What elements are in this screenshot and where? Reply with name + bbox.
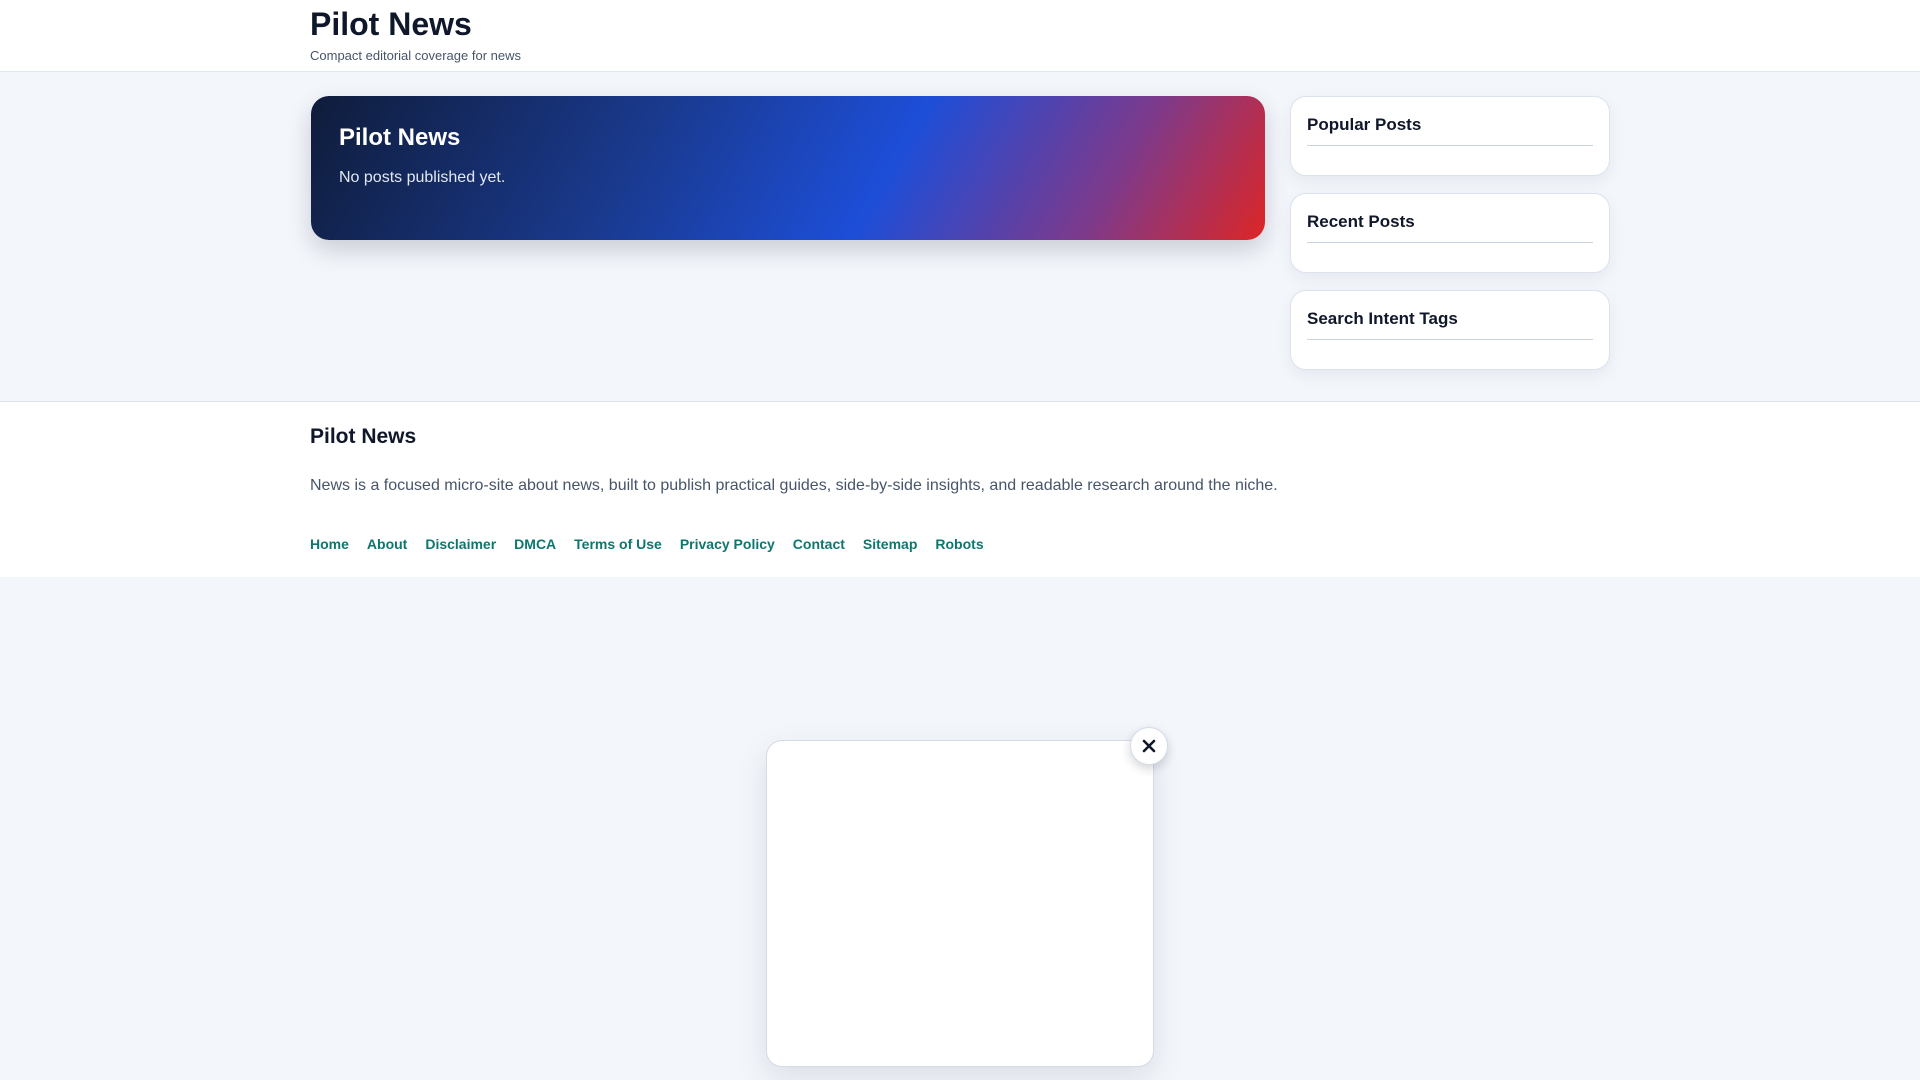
- footer-link-robots[interactable]: Robots: [935, 536, 983, 552]
- footer-link-contact[interactable]: Contact: [793, 536, 845, 552]
- site-title-link[interactable]: Pilot News: [310, 6, 521, 42]
- footer-title: Pilot News: [310, 425, 417, 448]
- widget-title: Popular Posts: [1307, 115, 1593, 146]
- widget-popular-posts: Popular Posts: [1290, 96, 1610, 176]
- popup-close-button[interactable]: [1130, 727, 1168, 765]
- footer-link-dmca[interactable]: DMCA: [514, 536, 556, 552]
- footer-inner: Pilot News News is a focused micro-site …: [310, 424, 1610, 552]
- footer-link-terms[interactable]: Terms of Use: [574, 536, 662, 552]
- site-footer: Pilot News News is a focused micro-site …: [0, 401, 1920, 577]
- hero-title: Pilot News: [339, 124, 461, 151]
- widget-title: Search Intent Tags: [1307, 309, 1593, 340]
- close-icon: [1142, 739, 1156, 753]
- popup-ad-panel: [766, 740, 1154, 1067]
- footer-link-privacy[interactable]: Privacy Policy: [680, 536, 775, 552]
- widget-recent-posts: Recent Posts: [1290, 193, 1610, 273]
- widget-title: Recent Posts: [1307, 212, 1593, 243]
- hero-empty-message: No posts published yet.: [339, 169, 506, 186]
- site-tagline: Compact editorial coverage for news: [310, 48, 521, 63]
- footer-description: News is a focused micro-site about news,…: [310, 477, 1278, 494]
- footer-link-home[interactable]: Home: [310, 536, 349, 552]
- footer-nav: Home About Disclaimer DMCA Terms of Use …: [310, 536, 1610, 552]
- widget-search-intent-tags: Search Intent Tags: [1290, 290, 1610, 370]
- site-header: Pilot News Compact editorial coverage fo…: [0, 0, 1920, 72]
- footer-link-sitemap[interactable]: Sitemap: [863, 536, 917, 552]
- hero-banner: Pilot News No posts published yet.: [311, 96, 1265, 240]
- footer-link-disclaimer[interactable]: Disclaimer: [425, 536, 496, 552]
- footer-link-about[interactable]: About: [367, 536, 407, 552]
- main-content: Pilot News No posts published yet. Popul…: [0, 72, 1920, 401]
- header-branding: Pilot News Compact editorial coverage fo…: [310, 6, 521, 64]
